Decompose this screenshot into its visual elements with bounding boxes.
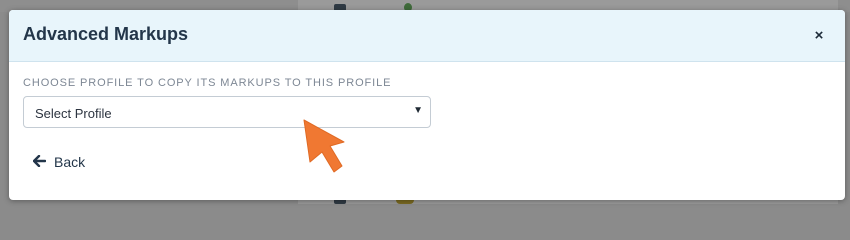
modal-header: Advanced Markups × — [9, 10, 845, 62]
caret-down-icon: ▼ — [413, 105, 423, 116]
close-button[interactable]: × — [809, 25, 829, 45]
modal-title: Advanced Markups — [23, 24, 189, 44]
close-icon: × — [814, 26, 824, 44]
advanced-markups-modal: Advanced Markups × CHOOSE PROFILE TO COP… — [9, 10, 845, 200]
arrow-left-icon — [32, 154, 47, 170]
back-label: Back — [54, 154, 86, 170]
pointer-arrow-icon — [303, 119, 345, 173]
profile-select[interactable]: Select Profile ▼ — [23, 96, 431, 128]
profile-select-value: Select Profile — [35, 106, 112, 121]
back-button[interactable]: Back — [32, 152, 86, 172]
profile-select-label: CHOOSE PROFILE TO COPY ITS MARKUPS TO TH… — [23, 77, 392, 89]
